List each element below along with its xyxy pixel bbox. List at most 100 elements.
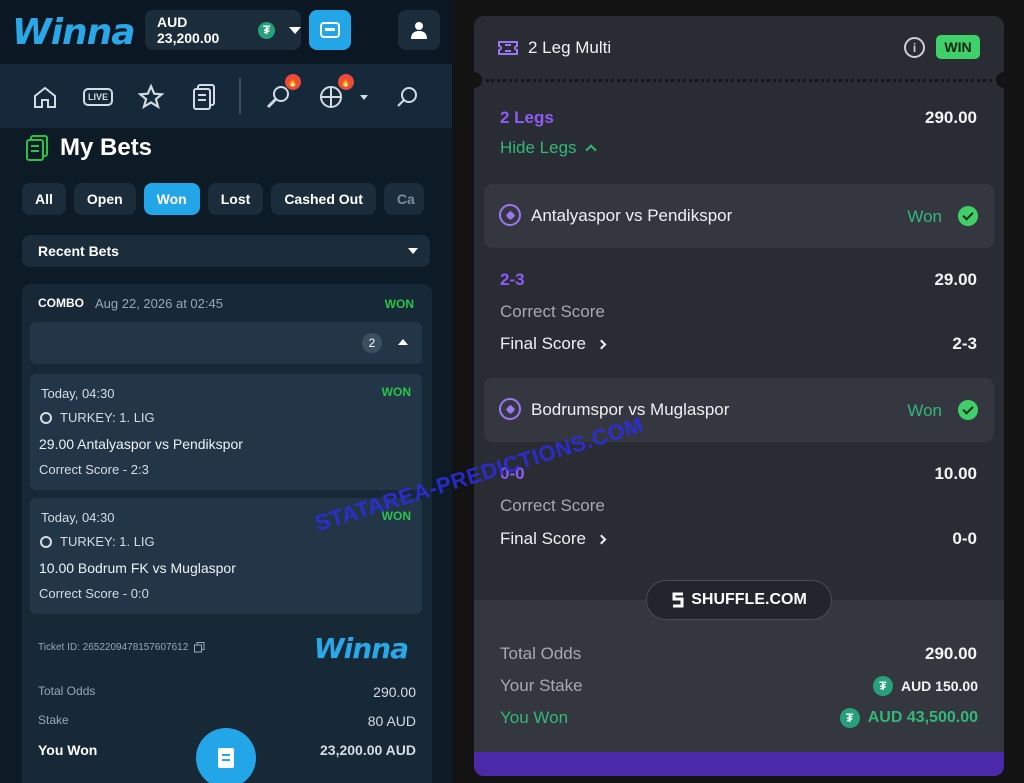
bet-summary: Total Odds 290.00 Your Stake ₮ AUD 150.0…	[474, 600, 1004, 776]
legs-count-badge: 2	[362, 333, 382, 353]
star-icon	[138, 84, 164, 110]
balance-dropdown[interactable]: AUD 23,200.00 ₮	[145, 10, 301, 50]
user-icon	[411, 22, 427, 39]
betslip-icon	[193, 84, 215, 110]
winna-panel: Winna AUD 23,200.00 ₮ LIVE 🔥 🔥 My Bets A…	[0, 0, 452, 783]
filter-open[interactable]: Open	[73, 183, 136, 215]
caret-down-icon	[408, 248, 418, 254]
hide-legs-button[interactable]: Hide Legs	[500, 138, 597, 158]
total-odds-value: 290.00	[373, 684, 416, 700]
filter-lost[interactable]: Lost	[207, 183, 264, 215]
filter-won[interactable]: Won	[143, 183, 200, 215]
won-row: You Won ₮ AUD 43,500.00	[500, 708, 978, 728]
tennis-button[interactable]: 🔥	[263, 74, 301, 112]
winna-logo[interactable]: Winna	[12, 12, 136, 53]
ticket-id-text: Ticket ID: 2652209478157607612	[38, 642, 189, 653]
market-name: Correct Score	[500, 302, 605, 321]
hide-legs-label: Hide Legs	[500, 138, 577, 157]
stake-label: Your Stake	[500, 676, 583, 695]
bet-filter-tabs: All Open Won Lost Cashed Out Ca	[22, 183, 424, 215]
basketball-button[interactable]: 🔥	[316, 74, 354, 112]
leg-match: 29.00 Antalyaspor vs Pendikspor	[39, 436, 243, 452]
selection-odds: 29.00	[934, 270, 977, 289]
legs-odds: 290.00	[925, 108, 977, 127]
filter-cashed-out[interactable]: Cashed Out	[271, 183, 376, 215]
fire-icon: 🔥	[285, 74, 301, 90]
final-score-label: Final Score	[500, 529, 586, 548]
total-odds-label: Total Odds	[38, 684, 96, 698]
filter-cancelled[interactable]: Ca	[383, 183, 424, 215]
final-score-link[interactable]: Final Score	[500, 529, 607, 549]
bet-type: COMBO	[38, 296, 84, 310]
leg-time: Today, 04:30	[41, 386, 115, 401]
caret-down-icon	[360, 94, 368, 100]
profile-button[interactable]	[398, 10, 440, 50]
bet-card: 2 Leg Multi i WIN 2 Legs 290.00 Hide Leg…	[474, 16, 1004, 776]
filter-all[interactable]: All	[22, 183, 66, 215]
final-score-link[interactable]: Final Score	[500, 334, 607, 354]
home-button[interactable]	[30, 82, 60, 112]
stake-row: Stake 80 AUD	[38, 713, 416, 729]
bet-title: 2 Leg Multi	[528, 38, 612, 57]
leg-status: WON	[381, 385, 411, 399]
ticket-id: Ticket ID: 2652209478157607612	[38, 642, 205, 653]
bet-date: Aug 22, 2026 at 02:45	[95, 296, 223, 311]
legs-toggle[interactable]: 2	[30, 322, 422, 364]
shuffle-panel: 2 Leg Multi i WIN 2 Legs 290.00 Hide Leg…	[452, 0, 1024, 783]
leg-time: Today, 04:30	[41, 510, 115, 525]
tether-icon: ₮	[258, 21, 275, 39]
football-icon	[499, 398, 521, 420]
won-label: You Won	[38, 742, 98, 758]
match-header: Antalyaspor vs Pendikspor Won	[484, 184, 994, 248]
football-icon	[40, 411, 52, 424]
selection-pick: 2-3	[500, 270, 525, 289]
caret-up-icon	[398, 339, 408, 345]
leg-selection: Correct Score - 0:0	[39, 586, 149, 601]
tether-icon: ₮	[839, 708, 860, 728]
wallet-button[interactable]	[309, 10, 351, 50]
shuffle-brand: SHUFFLE.COM	[646, 580, 832, 620]
betslip-fab[interactable]	[196, 728, 256, 783]
won-value-wrap: ₮ AUD 43,500.00	[839, 708, 978, 728]
search-button[interactable]	[392, 82, 422, 112]
ticket-icon	[498, 41, 518, 55]
leg-match: 10.00 Bodrum FK vs Muglaspor	[39, 560, 236, 576]
brand-name: SHUFFLE.COM	[691, 591, 807, 608]
stake-value: AUD 150.00	[900, 678, 978, 694]
my-bets-nav-button[interactable]	[189, 82, 219, 112]
search-icon	[397, 87, 417, 107]
league-name: TURKEY: 1. LIG	[60, 410, 155, 425]
check-icon	[958, 206, 978, 226]
ticket-perforation	[474, 72, 1004, 88]
sports-nav: LIVE 🔥 🔥	[0, 64, 452, 128]
recent-bets-dropdown[interactable]: Recent Bets	[22, 235, 430, 267]
favorites-button[interactable]	[136, 82, 166, 112]
live-button[interactable]: LIVE	[83, 82, 114, 112]
match-status: Won	[907, 207, 942, 226]
stake-value: 80 AUD	[367, 713, 416, 729]
league-name: TURKEY: 1. LIG	[60, 534, 155, 549]
leg-league: TURKEY: 1. LIG	[40, 410, 155, 425]
bet-header: 2 Leg Multi i WIN	[474, 16, 1004, 80]
total-odds-label: Total Odds	[500, 644, 582, 663]
chevron-up-icon	[584, 144, 597, 156]
shuffle-logo-icon	[672, 592, 684, 608]
copy-icon[interactable]	[194, 642, 205, 653]
sports-dropdown[interactable]	[349, 82, 379, 112]
final-score-label: Final Score	[500, 334, 586, 353]
stake-label: Stake	[38, 713, 69, 727]
market-name: Correct Score	[500, 496, 605, 515]
won-value: 23,200.00 AUD	[320, 742, 416, 758]
winna-logo: Winna	[313, 632, 409, 665]
bottom-accent-bar	[474, 752, 1004, 776]
won-value: AUD 43,500.00	[867, 709, 978, 726]
match-status: Won	[907, 401, 942, 420]
live-icon: LIVE	[83, 88, 114, 106]
combo-bet-card: COMBO Aug 22, 2026 at 02:45 WON 2 Today,…	[22, 284, 432, 783]
info-icon[interactable]: i	[904, 37, 925, 58]
leg-selection: Correct Score - 2:3	[39, 462, 149, 477]
nav-divider	[239, 78, 241, 114]
leg-league: TURKEY: 1. LIG	[40, 534, 155, 549]
balance-amount: AUD 23,200.00	[157, 14, 220, 46]
chevron-right-icon	[596, 534, 607, 544]
